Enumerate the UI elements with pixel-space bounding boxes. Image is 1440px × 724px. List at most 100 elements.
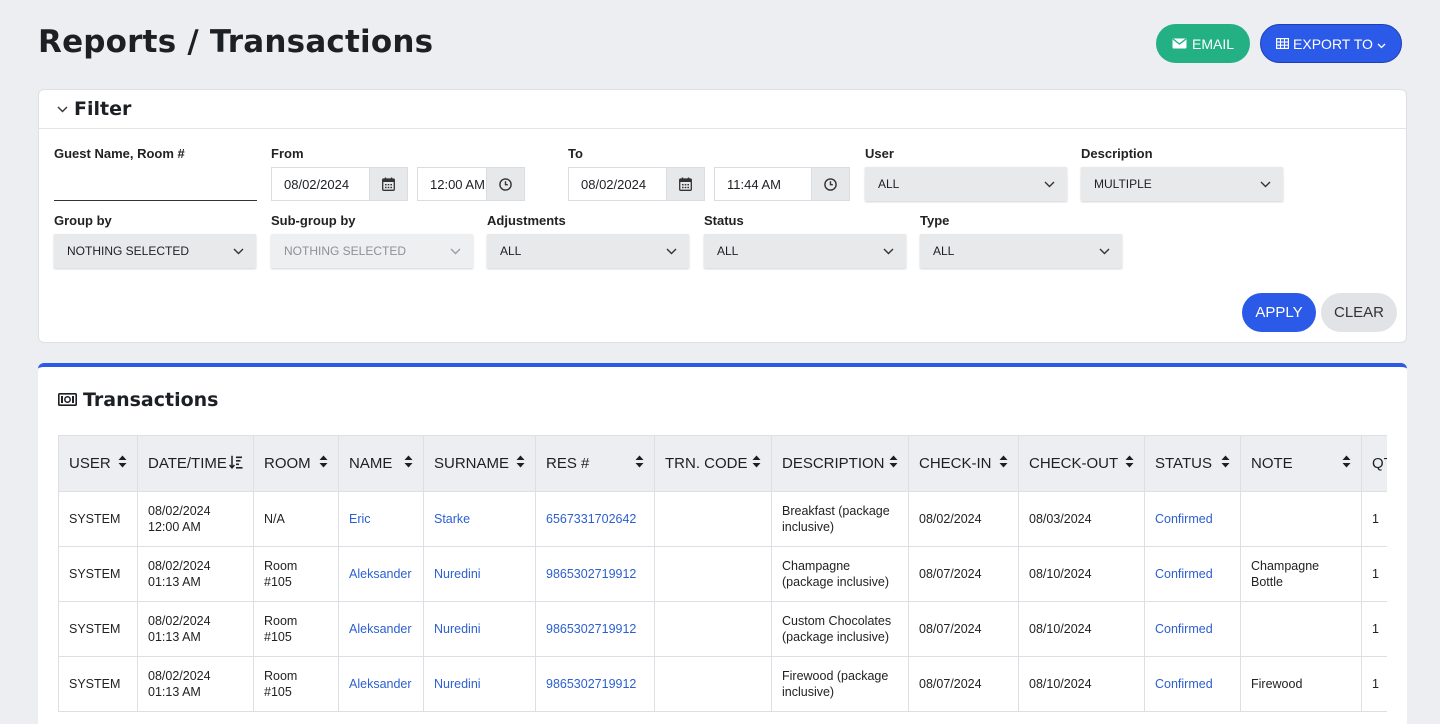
cell-date-time-text: 12:00 AM: [148, 520, 201, 534]
from-date-input[interactable]: 08/02/2024: [271, 167, 408, 201]
sub-group-by-label: Sub-group by: [271, 213, 356, 228]
column-header-description[interactable]: DESCRIPTION: [771, 435, 909, 492]
column-header-trn-code[interactable]: TRN. CODE: [654, 435, 772, 492]
sort-icon: [889, 455, 898, 472]
column-header-check-out[interactable]: CHECK-OUT: [1018, 435, 1145, 492]
column-header-surname[interactable]: SURNAME: [423, 435, 536, 492]
cell-qty: 1: [1361, 656, 1387, 712]
cell-name-text[interactable]: Aleksander: [349, 621, 413, 637]
table-row[interactable]: SYSTEM 08/02/2024 01:13 AM Room #105 Aleksand…: [58, 656, 1387, 712]
apply-button[interactable]: APPLY: [1242, 293, 1316, 332]
cell-surname-text[interactable]: Nuredini: [434, 621, 525, 637]
cell-surname[interactable]: Nuredini: [423, 546, 536, 602]
cell-status: Confirmed: [1144, 601, 1241, 657]
export-to-button[interactable]: EXPORT TO: [1260, 24, 1402, 63]
cell-room: Room #105: [253, 601, 339, 657]
status-select[interactable]: ALL: [704, 234, 906, 268]
cell-surname-text[interactable]: Nuredini: [434, 676, 525, 692]
cell-check-in: 08/07/2024: [908, 656, 1019, 712]
column-header-date-time[interactable]: DATE/TIME: [137, 435, 254, 492]
cell-check-in: 08/07/2024: [908, 601, 1019, 657]
user-select[interactable]: ALL: [865, 167, 1067, 201]
cell-res-number-text[interactable]: 9865302719912: [546, 621, 644, 637]
cell-name[interactable]: Aleksander: [338, 601, 424, 657]
cell-note: Firewood: [1240, 656, 1362, 712]
transactions-table-container[interactable]: USER DATE/TIME ROOM NAME SURNAME RES # T…: [58, 435, 1387, 724]
table-row[interactable]: SYSTEM 08/02/2024 01:13 AM Room #105 Aleksand…: [58, 546, 1387, 602]
table-row[interactable]: SYSTEM 08/02/2024 12:00 AM N/A Eric Starke 656…: [58, 491, 1387, 547]
table-header-row: USER DATE/TIME ROOM NAME SURNAME RES # T…: [58, 435, 1387, 492]
cell-surname-text[interactable]: Starke: [434, 511, 525, 527]
cell-check-out-text: 08/10/2024: [1029, 622, 1092, 636]
column-header-qty[interactable]: QTY: [1361, 435, 1387, 492]
cell-note: Champagne Bottle: [1240, 546, 1362, 602]
cell-res-number[interactable]: 6567331702642: [535, 491, 655, 547]
cell-res-number-text[interactable]: 9865302719912: [546, 566, 644, 582]
table-row[interactable]: SYSTEM 08/02/2024 01:13 AM Room #105 Aleksand…: [58, 601, 1387, 657]
cell-date-time-text: 08/02/2024: [148, 614, 211, 628]
cell-description-text: (package inclusive): [782, 575, 889, 589]
to-date-input[interactable]: 08/02/2024: [568, 167, 705, 201]
cell-surname[interactable]: Starke: [423, 491, 536, 547]
cell-description-text: Firewood (package: [782, 669, 889, 683]
email-button-label: EMAIL: [1191, 35, 1234, 52]
cell-check-out: 08/10/2024: [1018, 601, 1145, 657]
column-header-check-in[interactable]: CHECK-IN: [908, 435, 1019, 492]
cell-room: Room #105: [253, 546, 339, 602]
cell-status: Confirmed: [1144, 656, 1241, 712]
table-icon: [1276, 36, 1290, 52]
sub-group-by-select: NOTHING SELECTED: [271, 234, 473, 268]
guest-name-label: Guest Name, Room #: [54, 146, 185, 161]
adjustments-select-value: ALL: [500, 244, 522, 258]
cell-description-text: inclusive): [782, 685, 835, 699]
column-header-name[interactable]: NAME: [338, 435, 424, 492]
column-header-room[interactable]: ROOM: [253, 435, 339, 492]
calendar-icon[interactable]: [369, 168, 407, 200]
cell-date-time-text: 08/02/2024: [148, 669, 211, 683]
cell-name[interactable]: Aleksander: [338, 656, 424, 712]
cell-status: Confirmed: [1144, 546, 1241, 602]
calendar-icon[interactable]: [666, 168, 704, 200]
cell-surname-text[interactable]: Nuredini: [434, 566, 525, 582]
cell-name-text[interactable]: Aleksander: [349, 566, 413, 582]
column-header-user[interactable]: USER: [58, 435, 138, 492]
description-select[interactable]: MULTIPLE: [1081, 167, 1283, 201]
cell-surname[interactable]: Nuredini: [423, 601, 536, 657]
sort-icon: [319, 455, 328, 472]
cell-name-text[interactable]: Eric: [349, 511, 413, 527]
clear-button[interactable]: CLEAR: [1321, 293, 1397, 332]
clock-icon[interactable]: [811, 168, 849, 200]
guest-name-input[interactable]: [54, 175, 257, 201]
transactions-table-body: SYSTEM 08/02/2024 12:00 AM N/A Eric Starke 656…: [58, 491, 1387, 712]
cell-check-out: 08/03/2024: [1018, 491, 1145, 547]
chevron-down-icon: [1377, 36, 1386, 52]
cell-user-text: SYSTEM: [69, 622, 121, 636]
type-select[interactable]: ALL: [920, 234, 1122, 268]
column-header-status[interactable]: STATUS: [1144, 435, 1241, 492]
sort-icon: [1221, 455, 1230, 472]
cell-res-number-text[interactable]: 9865302719912: [546, 676, 644, 692]
email-button[interactable]: EMAIL: [1156, 24, 1250, 63]
from-label: From: [271, 146, 304, 161]
transactions-header: Transactions: [58, 389, 218, 411]
filter-header[interactable]: Filter: [39, 90, 1406, 129]
cell-surname[interactable]: Nuredini: [423, 656, 536, 712]
cell-check-out-text: 08/10/2024: [1029, 677, 1092, 691]
column-header-note[interactable]: NOTE: [1240, 435, 1362, 492]
cell-res-number[interactable]: 9865302719912: [535, 601, 655, 657]
cell-res-number[interactable]: 9865302719912: [535, 656, 655, 712]
from-time-input[interactable]: 12:00 AM: [417, 167, 525, 201]
column-header-res-number[interactable]: RES #: [535, 435, 655, 492]
cell-status-text: Confirmed: [1155, 567, 1213, 581]
to-time-input[interactable]: 11:44 AM: [714, 167, 850, 201]
group-by-select[interactable]: NOTHING SELECTED: [54, 234, 256, 268]
clock-icon[interactable]: [486, 168, 524, 200]
cell-res-number-text[interactable]: 6567331702642: [546, 511, 644, 527]
adjustments-select[interactable]: ALL: [487, 234, 689, 268]
sub-group-by-select-value: NOTHING SELECTED: [284, 244, 407, 258]
sort-icon: [404, 455, 413, 472]
cell-name[interactable]: Aleksander: [338, 546, 424, 602]
cell-res-number[interactable]: 9865302719912: [535, 546, 655, 602]
cell-name[interactable]: Eric: [338, 491, 424, 547]
cell-name-text[interactable]: Aleksander: [349, 676, 413, 692]
